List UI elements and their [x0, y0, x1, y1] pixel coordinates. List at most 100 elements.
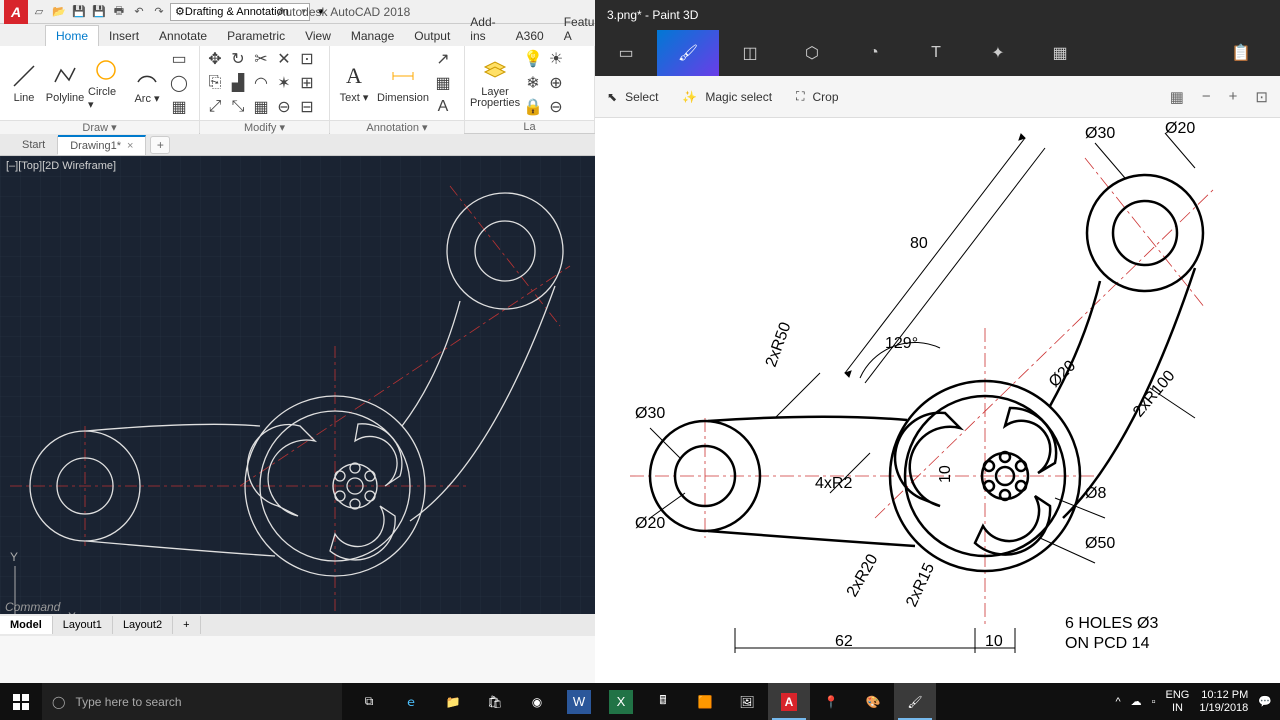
hatch-icon[interactable]: ▦: [168, 96, 190, 118]
add-tab-button[interactable]: +: [150, 136, 170, 154]
autocad-logo[interactable]: A: [4, 0, 28, 24]
scale-icon[interactable]: ⤡: [227, 96, 249, 118]
taskview-icon[interactable]: ⧉: [348, 683, 390, 720]
trim-icon[interactable]: ✂: [250, 48, 272, 70]
array-icon[interactable]: ▦: [250, 96, 272, 118]
undo-icon[interactable]: ↶: [130, 3, 148, 21]
arc-button[interactable]: Arc ▾: [127, 60, 167, 107]
app-icon-1[interactable]: 🟧: [684, 683, 726, 720]
add-layout-button[interactable]: +: [173, 616, 200, 634]
modify-icon-1[interactable]: ⊡: [296, 48, 318, 70]
grid-view-icon[interactable]: ▦: [1170, 88, 1184, 106]
modify-icon-3[interactable]: ⊟: [296, 96, 318, 118]
saveas-icon[interactable]: 💾: [90, 3, 108, 21]
effects-icon[interactable]: ✦: [967, 30, 1029, 76]
open-icon[interactable]: 📂: [50, 3, 68, 21]
start-button[interactable]: [0, 683, 42, 720]
maps-icon[interactable]: 📍: [810, 683, 852, 720]
clock[interactable]: 10:12 PM1/19/2018: [1199, 689, 1248, 714]
store-icon[interactable]: 🛍: [474, 683, 516, 720]
layer-icon-3[interactable]: 🔒: [522, 96, 544, 118]
search-box[interactable]: ◯ Type here to search: [42, 683, 342, 720]
explode-icon[interactable]: ✶: [273, 72, 295, 94]
line-button[interactable]: Line: [4, 60, 44, 106]
select-button[interactable]: ⬉Select: [607, 90, 658, 104]
tab-output[interactable]: Output: [404, 26, 460, 46]
tab-model[interactable]: Model: [0, 616, 53, 634]
paint3d-taskbar-icon[interactable]: 🖌: [894, 683, 936, 720]
brushes-icon[interactable]: 🖌: [657, 30, 719, 76]
word-icon[interactable]: W: [567, 690, 591, 714]
magic-select-button[interactable]: ✨Magic select: [682, 90, 772, 104]
language-indicator[interactable]: ENGIN: [1166, 689, 1190, 713]
stickers-icon[interactable]: ◔: [843, 30, 905, 76]
calc-icon[interactable]: 🖩: [642, 683, 684, 720]
tab-layout2[interactable]: Layout2: [113, 616, 173, 634]
command-line[interactable]: Command: [5, 600, 60, 614]
layer-icon-6[interactable]: ⊖: [545, 96, 567, 118]
mtext-icon[interactable]: A: [432, 96, 454, 118]
move-icon[interactable]: ✥: [204, 48, 226, 70]
dimension-button[interactable]: Dimension: [375, 60, 431, 106]
close-icon[interactable]: ×: [127, 140, 133, 152]
redo-icon[interactable]: ↷: [150, 3, 168, 21]
paste-icon[interactable]: 📋: [1210, 30, 1272, 76]
layer-icon-4[interactable]: ☀: [545, 48, 567, 70]
tab-home[interactable]: Home: [45, 25, 99, 46]
erase-icon[interactable]: ✕: [273, 48, 295, 70]
layer-props-button[interactable]: Layer Properties: [469, 55, 521, 111]
text-button[interactable]: AText ▾: [334, 61, 374, 106]
paint3d-canvas[interactable]: Ø30 Ø20 80 129° 2xR50 Ø30 Ø20 4xR2 10 Ø2…: [595, 118, 1280, 683]
tab-manage[interactable]: Manage: [341, 26, 404, 46]
2dshapes-icon[interactable]: ◫: [719, 30, 781, 76]
table-icon[interactable]: ▦: [432, 72, 454, 94]
layer-icon-2[interactable]: ❄: [522, 72, 544, 94]
onedrive-icon[interactable]: ☁: [1131, 695, 1142, 708]
tray-chevron-icon[interactable]: ^: [1115, 696, 1120, 708]
text-icon[interactable]: T: [905, 30, 967, 76]
tab-annotate[interactable]: Annotate: [149, 26, 217, 46]
tab-view[interactable]: View: [295, 26, 341, 46]
tab-parametric[interactable]: Parametric: [217, 26, 295, 46]
canvas-icon[interactable]: ▦: [1029, 30, 1091, 76]
doctab-drawing[interactable]: Drawing1*×: [58, 135, 146, 155]
drawing-viewport[interactable]: [–][Top][2D Wireframe]: [0, 156, 595, 636]
layer-icon-5[interactable]: ⊕: [545, 72, 567, 94]
autocad-taskbar-icon[interactable]: A: [768, 683, 810, 720]
app-icon-2[interactable]: 🎨: [852, 683, 894, 720]
tab-a360[interactable]: A360: [506, 26, 554, 46]
stretch-icon[interactable]: ⤢: [204, 96, 226, 118]
tab-insert[interactable]: Insert: [99, 26, 149, 46]
rect-icon[interactable]: ▭: [168, 48, 190, 70]
leader-icon[interactable]: ↗: [432, 48, 454, 70]
doctab-start[interactable]: Start: [10, 136, 58, 154]
notifications-icon[interactable]: 💬: [1258, 695, 1272, 708]
3dshapes-icon[interactable]: ⬡: [781, 30, 843, 76]
save-icon[interactable]: 💾: [70, 3, 88, 21]
tab-addins[interactable]: Add-ins: [460, 12, 505, 46]
zoom-in-icon[interactable]: +: [1229, 88, 1238, 106]
excel-icon[interactable]: X: [609, 690, 633, 714]
explorer-icon[interactable]: 📁: [432, 683, 474, 720]
layer-icon-1[interactable]: 💡: [522, 48, 544, 70]
ellipse-icon[interactable]: ◯: [168, 72, 190, 94]
view3d-icon[interactable]: ⊡: [1255, 88, 1268, 106]
edge-icon[interactable]: ｅ: [390, 683, 432, 720]
circle-button[interactable]: Circle ▾: [86, 54, 126, 113]
offset-icon[interactable]: ⊖: [273, 96, 295, 118]
chrome-icon[interactable]: ◉: [516, 683, 558, 720]
gpu-icon[interactable]: ▫: [1152, 696, 1156, 708]
new-icon[interactable]: ▱: [30, 3, 48, 21]
copy-icon[interactable]: ⎘: [204, 72, 226, 94]
tab-layout1[interactable]: Layout1: [53, 616, 113, 634]
crop-button[interactable]: ⛶Crop: [796, 89, 838, 104]
zoom-out-icon[interactable]: −: [1202, 88, 1211, 106]
mirror-icon[interactable]: ▟: [227, 72, 249, 94]
photos-icon[interactable]: 🖼: [726, 683, 768, 720]
polyline-button[interactable]: Polyline: [45, 60, 85, 106]
fillet-icon[interactable]: ◠: [250, 72, 272, 94]
modify-icon-2[interactable]: ⊞: [296, 72, 318, 94]
menu-icon[interactable]: ▭: [595, 30, 657, 76]
plot-icon[interactable]: 🖶: [110, 3, 128, 21]
rotate-icon[interactable]: ↻: [227, 48, 249, 70]
